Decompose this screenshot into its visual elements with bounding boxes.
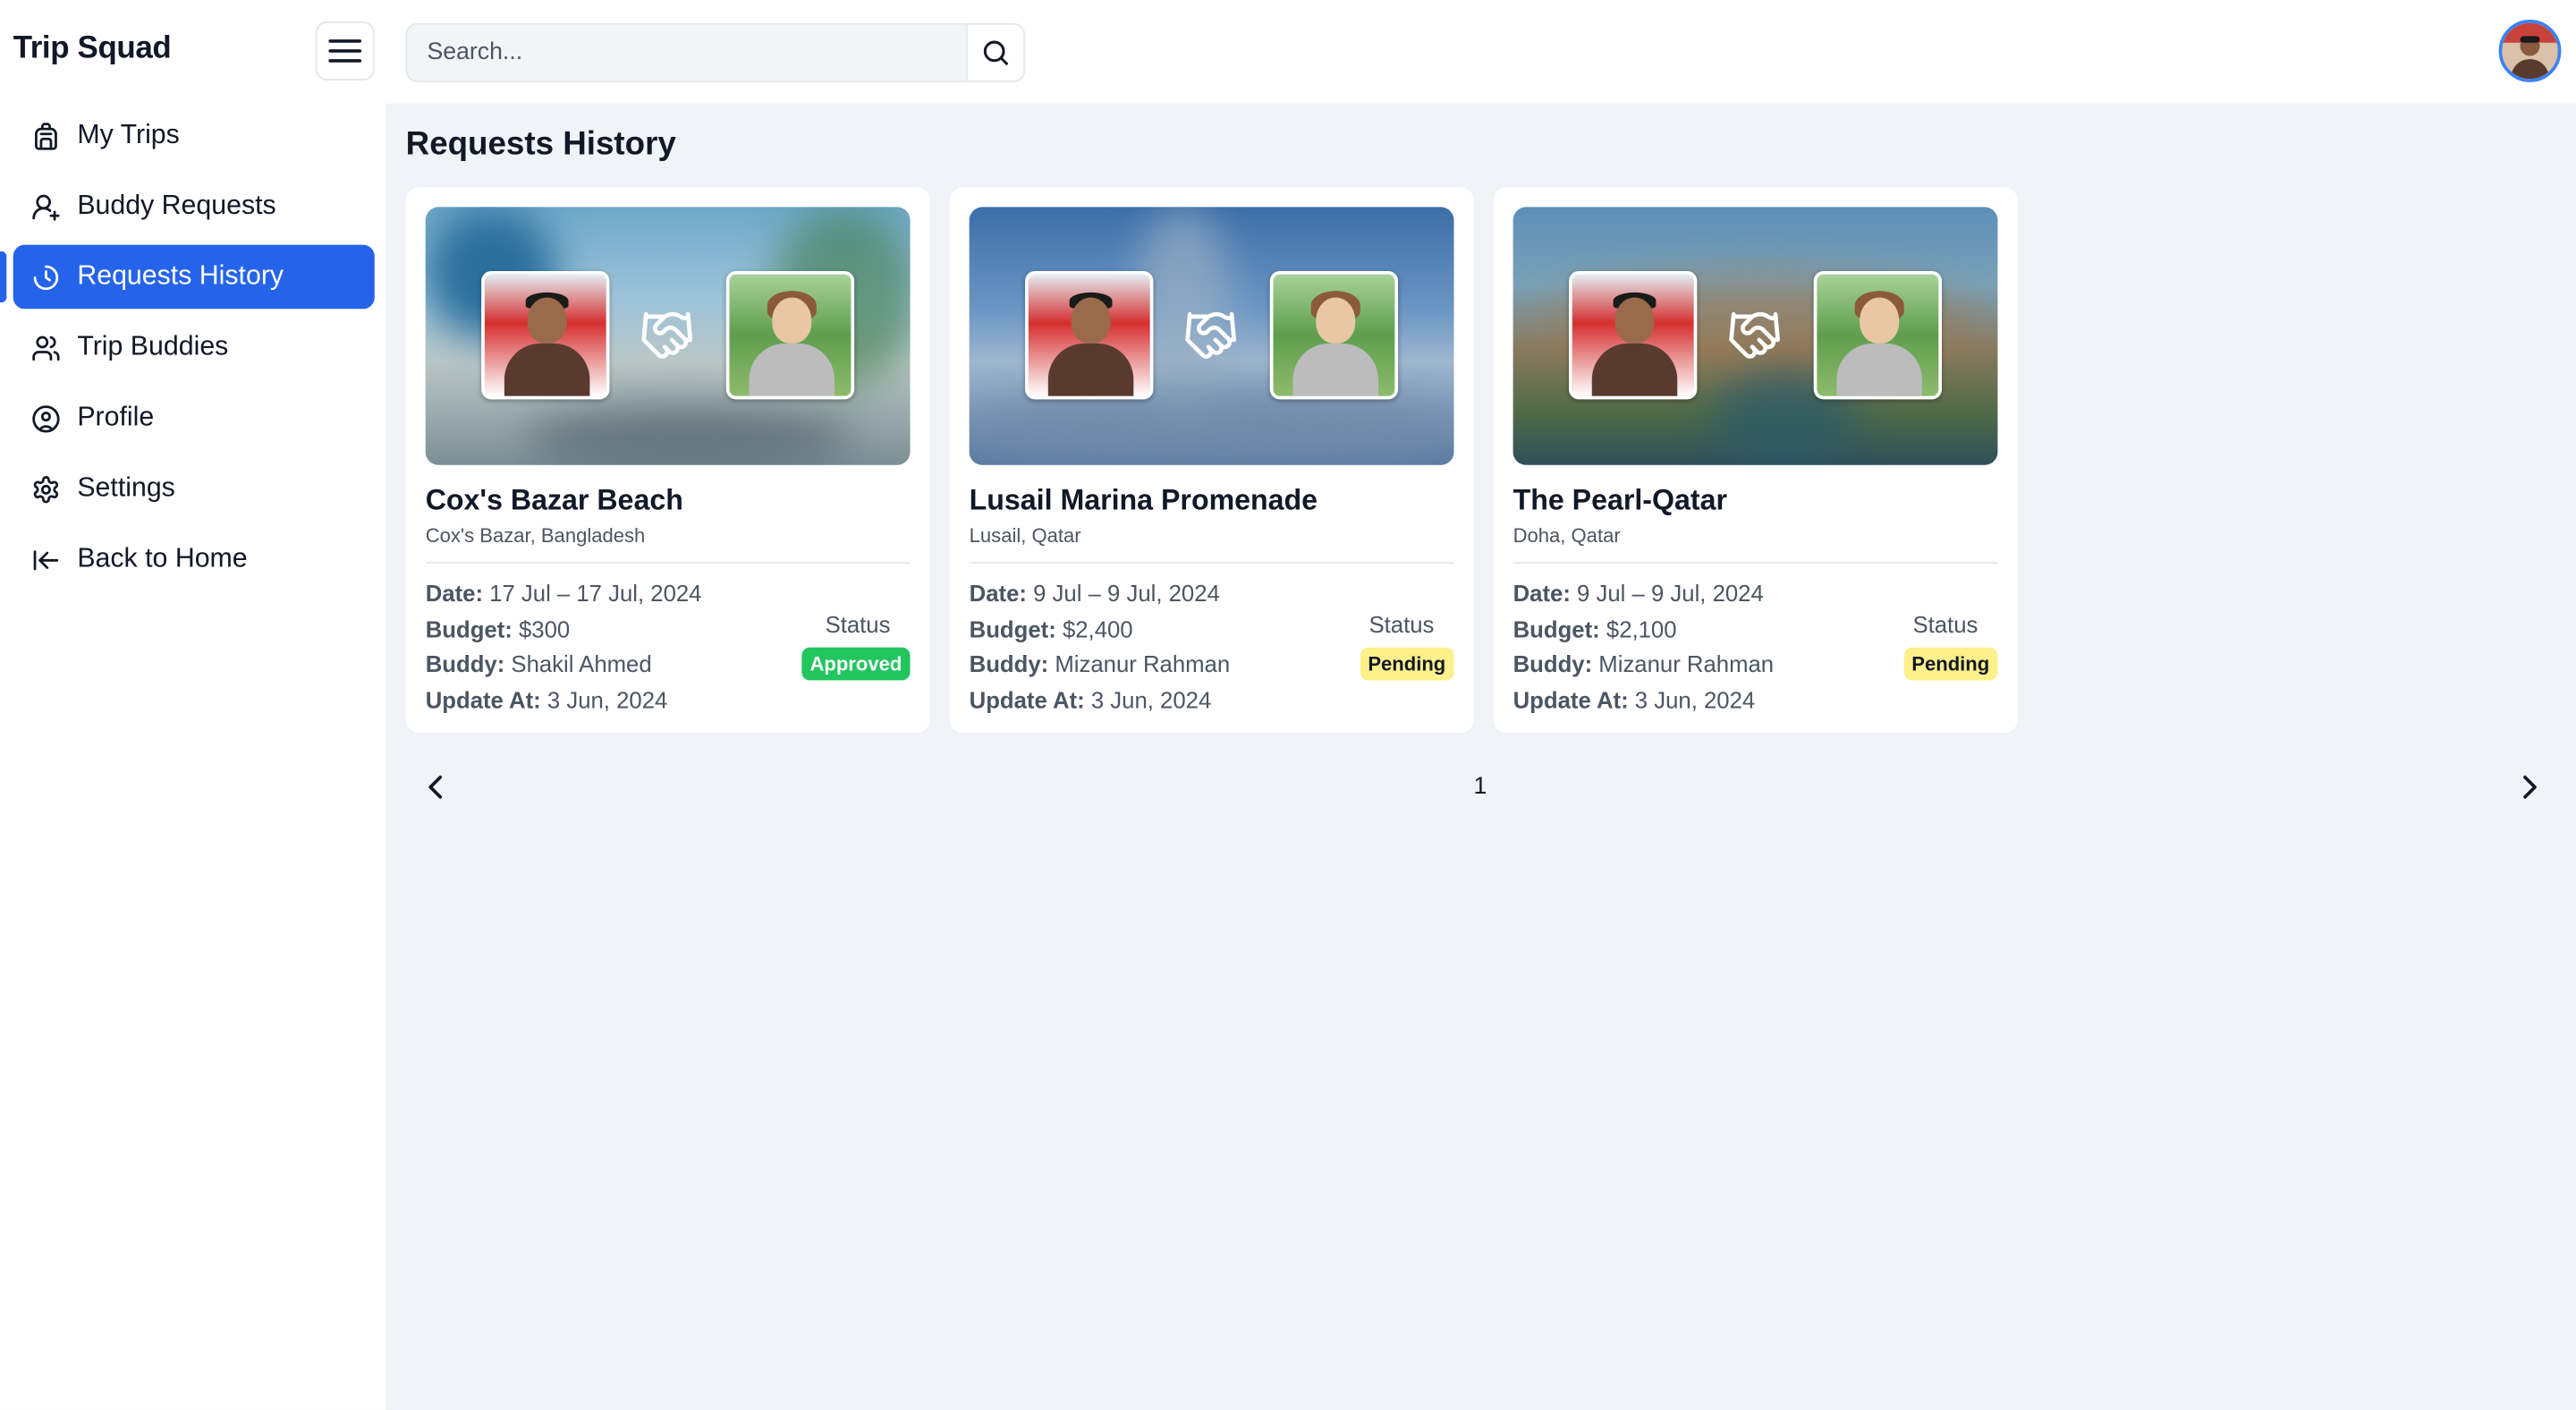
- chevron-left-icon: [428, 775, 443, 799]
- handshake-icon: [1718, 304, 1791, 367]
- requester-photo: [1025, 271, 1154, 400]
- next-page-button[interactable]: [2513, 770, 2546, 803]
- trip-location: Cox's Bazar, Bangladesh: [425, 523, 646, 548]
- trip-title: The Pearl-Qatar: [1513, 482, 1727, 516]
- trip-image: [1513, 207, 1998, 465]
- sidebar-item-label: Settings: [77, 472, 175, 504]
- trip-details: Date: 17 Jul – 17 Jul, 2024 Budget: $300…: [426, 577, 911, 722]
- date-value: 17 Jul – 17 Jul, 2024: [489, 580, 702, 607]
- request-card[interactable]: Lusail Marina Promenade Lusail, Qatar Da…: [949, 187, 1474, 734]
- status-label: Status: [1368, 611, 1435, 638]
- sidebar-item-profile[interactable]: Profile: [13, 386, 375, 451]
- arrow-left-icon: [31, 545, 61, 574]
- sidebar-item-label: Requests History: [77, 261, 284, 292]
- status-label: Status: [825, 611, 891, 638]
- status-badge: Pending: [1360, 647, 1454, 681]
- requester-photo: [1569, 271, 1698, 400]
- users-icon: [31, 333, 61, 362]
- user-circle-icon: [31, 403, 61, 433]
- divider: [969, 562, 1454, 564]
- divider: [425, 562, 911, 564]
- topbar: [386, 0, 2576, 104]
- search-bar: [405, 22, 1026, 82]
- sidebar-item-my-trips[interactable]: My Trips: [13, 104, 375, 168]
- hamburger-icon: [328, 39, 362, 63]
- sidebar-item-label: Profile: [77, 402, 155, 433]
- sidebar-item-label: Trip Buddies: [77, 332, 229, 362]
- trip-image: [425, 207, 911, 465]
- date-row: Date: 17 Jul – 17 Jul, 2024: [425, 580, 702, 607]
- budget-value: $300: [518, 615, 571, 642]
- trip-location: Lusail, Qatar: [969, 523, 1081, 548]
- update-value: 3 Jun, 2024: [1090, 685, 1212, 713]
- status-badge: Pending: [1903, 647, 1998, 681]
- search-input[interactable]: [407, 24, 968, 81]
- update-row: Update At: 3 Jun, 2024: [1513, 685, 1756, 713]
- handshake-icon: [1174, 304, 1247, 367]
- request-cards: Cox's Bazar Beach Cox's Bazar, Banglades…: [405, 187, 2018, 734]
- update-value: 3 Jun, 2024: [547, 685, 668, 713]
- update-value: 3 Jun, 2024: [1634, 685, 1756, 713]
- request-card[interactable]: Cox's Bazar Beach Cox's Bazar, Banglades…: [405, 187, 930, 734]
- menu-toggle-button[interactable]: [315, 21, 375, 81]
- trip-title: Lusail Marina Promenade: [969, 482, 1318, 516]
- previous-page-button[interactable]: [419, 770, 452, 803]
- request-card[interactable]: The Pearl-Qatar Doha, Qatar Date: 9 Jul …: [1493, 187, 2018, 734]
- buddy-photo: [1269, 271, 1399, 400]
- trip-title: Cox's Bazar Beach: [425, 482, 683, 516]
- sidebar-item-label: My Trips: [77, 120, 180, 150]
- app-brand[interactable]: Trip Squad: [13, 31, 172, 67]
- search-button[interactable]: [965, 24, 1024, 81]
- handshake-icon: [631, 304, 703, 367]
- update-row: Update At: 3 Jun, 2024: [969, 685, 1212, 713]
- sidebar-nav: My Trips Buddy Requests Requests History…: [0, 104, 375, 599]
- buddy-value: Shakil Ahmed: [511, 650, 652, 677]
- sidebar-item-back-to-home[interactable]: Back to Home: [13, 528, 375, 592]
- divider: [1513, 562, 1998, 564]
- budget-value: $2,400: [1062, 615, 1133, 642]
- trip-details: Date: 9 Jul – 9 Jul, 2024 Budget: $2,400…: [970, 577, 1454, 722]
- user-plus-icon: [31, 191, 61, 221]
- trip-location: Doha, Qatar: [1513, 523, 1621, 548]
- trip-image: [969, 207, 1454, 465]
- sidebar: Trip Squad My Trips Buddy Requests Reque…: [0, 0, 386, 1410]
- page-number[interactable]: 1: [1474, 774, 1487, 800]
- search-icon: [983, 40, 1008, 65]
- chevron-right-icon: [2523, 775, 2537, 799]
- sidebar-item-trip-buddies[interactable]: Trip Buddies: [13, 316, 375, 380]
- budget-value: $2,100: [1606, 615, 1677, 642]
- date-value: 9 Jul – 9 Jul, 2024: [1033, 580, 1220, 607]
- sidebar-item-requests-history[interactable]: Requests History: [0, 244, 375, 310]
- buddy-value: Mizanur Rahman: [1598, 650, 1775, 677]
- sidebar-item-label: Buddy Requests: [77, 191, 276, 221]
- sidebar-item-buddy-requests[interactable]: Buddy Requests: [13, 174, 375, 239]
- backpack-icon: [31, 121, 61, 150]
- status-label: Status: [1912, 611, 1979, 638]
- user-avatar[interactable]: [2498, 20, 2562, 82]
- main-content: Requests History Cox's Bazar Beach Cox's…: [386, 104, 2576, 1410]
- buddy-photo: [725, 271, 855, 400]
- update-row: Update At: 3 Jun, 2024: [425, 685, 668, 713]
- buddy-photo: [1813, 271, 1942, 400]
- date-value: 9 Jul – 9 Jul, 2024: [1577, 580, 1764, 607]
- sidebar-item-label: Back to Home: [77, 543, 248, 574]
- gear-icon: [31, 474, 61, 504]
- trip-details: Date: 9 Jul – 9 Jul, 2024 Budget: $2,100…: [1513, 577, 1998, 722]
- requester-photo: [481, 271, 610, 400]
- date-row: Date: 9 Jul – 9 Jul, 2024: [969, 580, 1220, 607]
- status-badge: Approved: [801, 647, 911, 681]
- buddy-value: Mizanur Rahman: [1055, 650, 1231, 677]
- sidebar-item-settings[interactable]: Settings: [13, 457, 375, 522]
- page-title: Requests History: [405, 126, 676, 163]
- date-row: Date: 9 Jul – 9 Jul, 2024: [1513, 580, 1764, 607]
- history-icon: [31, 262, 61, 292]
